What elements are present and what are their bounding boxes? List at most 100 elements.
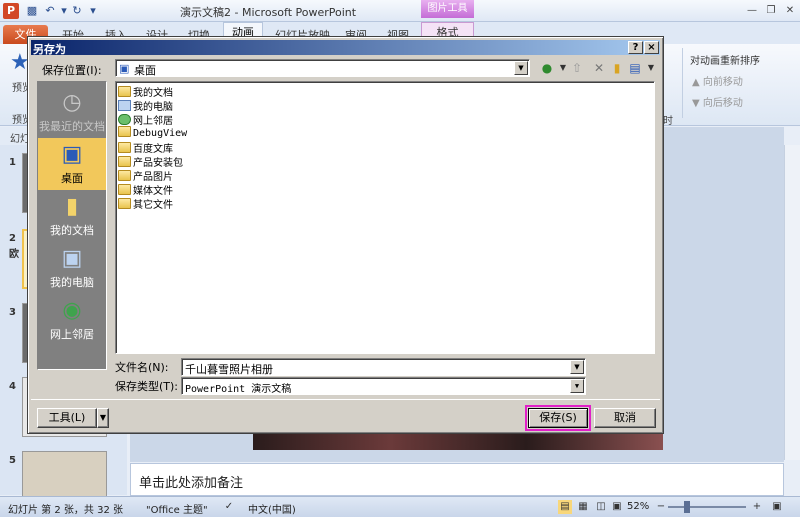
window-title: 演示文稿2 - Microsoft PowerPoint [180,6,357,19]
slide-sorter-icon[interactable]: ▦ [576,500,590,514]
folder-icon [118,126,131,137]
save-as-dialog: 另存为 ? × 保存位置(I): ▣ 桌面 ▼ ● ▼ ⇧ ✕ ▮ ▤ ▼ ◷ … [27,36,664,434]
triangle-down-icon: ▼ [692,98,703,109]
filetype-label: 保存类型(T): [115,380,179,393]
cancel-label: 取消 [614,411,636,424]
minimize-icon[interactable]: — [744,3,760,19]
list-item[interactable]: 产品图片 [118,168,173,183]
powerpoint-app-icon[interactable]: P [3,3,19,19]
zoom-slider-thumb[interactable] [684,501,690,513]
file-name: 其它文件 [133,200,173,211]
place-my-documents[interactable]: ▮ 我的文档 [38,190,106,242]
cancel-button[interactable]: 取消 [594,408,656,428]
place-network[interactable]: ◉ 网上邻居 [38,294,106,346]
folder-icon [118,142,131,153]
list-item[interactable]: 其它文件 [118,196,173,211]
my-computer-icon [118,100,131,111]
list-item[interactable]: 媒体文件 [118,182,173,197]
chevron-down-icon[interactable]: ▼ [514,61,528,75]
theme-status[interactable]: "Office 主题" [146,501,208,516]
place-label: 网上邻居 [50,328,94,341]
place-desktop[interactable]: ▣ 桌面 [38,138,106,190]
close-icon[interactable]: ✕ [782,3,798,19]
reading-view-icon[interactable]: ◫ [594,500,608,514]
filename-input[interactable]: 千山暮雪照片相册 ▼ [181,358,586,376]
chevron-down-icon[interactable]: ▼ [570,360,584,374]
my-computer-icon: ▣ [61,246,83,271]
place-label: 我的电脑 [50,276,94,289]
list-item[interactable]: 百度文库 [118,140,173,155]
redo-icon[interactable]: ↻ [70,3,84,18]
zoom-in-icon[interactable]: + [750,500,764,514]
list-item[interactable]: 我的文档 [118,84,173,99]
list-item[interactable]: 产品安装包 [118,154,183,169]
slideshow-view-icon[interactable]: ▣ [610,500,624,514]
timing-group-label: 时 [663,116,673,127]
my-documents-icon: ▮ [65,194,79,219]
network-icon [118,114,131,125]
tools-dropdown-button[interactable]: ▼ [97,408,109,428]
vertical-scrollbar[interactable] [784,145,800,460]
save-in-combobox[interactable]: ▣ 桌面 ▼ [115,59,530,77]
folder-icon [118,198,131,209]
chevron-down-icon[interactable]: ▾ [57,3,71,18]
slide-number: 5 [9,455,16,466]
list-item[interactable]: 我的电脑 [118,98,173,113]
slide-number: 3 [9,307,16,318]
filename-value: 千山暮雪照片相册 [185,363,273,376]
save-label: 保存(S) [539,411,577,424]
ribbon-separator [682,48,683,118]
folder-icon [118,184,131,195]
dialog-close-button[interactable]: × [644,41,659,54]
my-documents-icon [118,86,131,97]
slide-text-fragment: 欧 [9,249,19,260]
save-in-label: 保存位置(I): [42,64,102,77]
zoom-slider-track[interactable] [668,506,746,508]
undo-icon[interactable]: ↶ [43,3,57,18]
up-folder-icon[interactable]: ⇧ [568,59,586,77]
powerpoint-titlebar: P ▩ ↶ ▾ ↻ ▾ 演示文稿2 - Microsoft PowerPoint… [0,0,800,22]
places-bar: ◷ 我最近的文档 ▣ 桌面 ▮ 我的文档 ▣ 我的电脑 ◉ 网上邻居 [37,81,107,370]
move-earlier-label: 向前移动 [702,77,743,88]
restore-icon[interactable]: ❐ [763,3,779,19]
dialog-titlebar[interactable]: 另存为 ? × [31,40,660,56]
filetype-value: PowerPoint 演示文稿 [185,384,292,395]
slide-number: 4 [9,381,16,392]
normal-view-icon[interactable]: ▤ [558,500,572,514]
reorder-animation-label: 对动画重新排序 [690,56,760,67]
save-button[interactable]: 保存(S) [528,408,588,428]
language-status[interactable]: 中文(中国) [248,501,296,516]
recent-icon: ◷ [62,90,82,115]
place-my-computer[interactable]: ▣ 我的电脑 [38,242,106,294]
zoom-level[interactable]: 52% [627,501,649,512]
fit-to-window-icon[interactable]: ▣ [770,500,784,514]
file-list[interactable]: 我的文档 我的电脑 网上邻居 DebugView 百度文库 产品安装包 产品图片… [115,81,655,354]
slide-count-status: 幻灯片 第 2 张，共 32 张 [8,505,123,516]
chevron-down-icon: ▼ [99,413,107,422]
chevron-down-icon[interactable]: ▼ [570,379,584,393]
place-recent[interactable]: ◷ 我最近的文档 [38,86,106,138]
move-earlier-button[interactable]: ▲ 向前移动 [692,73,743,88]
customize-toolbar-icon[interactable]: ▾ [86,3,100,18]
picture-tools-label: 图片工具 [421,0,474,18]
move-later-label: 向后移动 [702,98,743,109]
list-item[interactable]: 网上邻居 [118,112,173,127]
desktop-icon: ▣ [119,62,130,75]
new-folder-icon[interactable]: ▮ [608,59,626,77]
network-icon: ◉ [62,298,82,323]
move-later-button[interactable]: ▼ 向后移动 [692,94,743,109]
desktop-icon: ▣ [61,142,83,167]
zoom-out-icon[interactable]: − [654,500,668,514]
delete-icon[interactable]: ✕ [590,59,608,77]
folder-icon [118,170,131,181]
filetype-select[interactable]: PowerPoint 演示文稿 ▼ [181,377,586,395]
save-icon[interactable]: ▩ [25,3,39,18]
views-dropdown-icon[interactable]: ▼ [642,59,660,77]
list-item[interactable]: DebugView [118,126,187,140]
help-button[interactable]: ? [628,41,643,54]
notes-pane[interactable]: 单击此处添加备注 [130,463,784,496]
slide-number: 1 [9,157,16,168]
divider [31,399,660,400]
tools-button[interactable]: 工具(L) [37,408,97,428]
spell-check-icon[interactable]: ✓ [222,500,236,514]
